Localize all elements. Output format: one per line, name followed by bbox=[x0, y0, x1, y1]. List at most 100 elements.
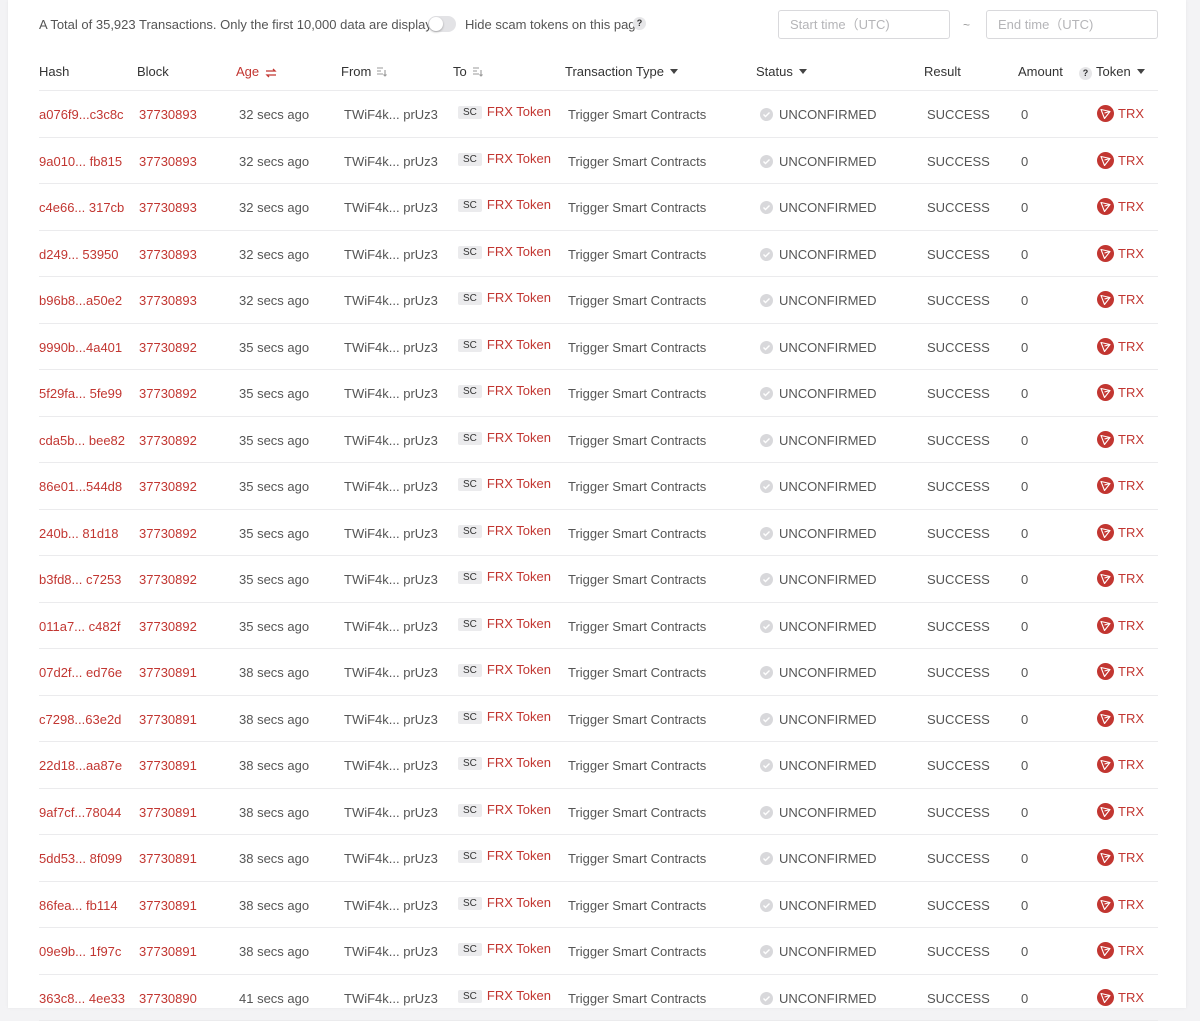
hash-link[interactable]: c4e66... 317cb bbox=[39, 200, 124, 215]
hash-link[interactable]: 09e9b... 1f97c bbox=[39, 944, 121, 959]
filter-icon[interactable] bbox=[377, 65, 388, 80]
to-contract-link[interactable]: FRX Token bbox=[487, 430, 551, 445]
token-link[interactable]: TRX bbox=[1097, 942, 1144, 959]
hash-link[interactable]: 07d2f... ed76e bbox=[39, 665, 122, 680]
block-link[interactable]: 37730893 bbox=[139, 200, 197, 215]
from-address-link[interactable]: TWiF4k... prUz3 bbox=[344, 107, 438, 122]
to-contract-link[interactable]: FRX Token bbox=[487, 848, 551, 863]
block-link[interactable]: 37730891 bbox=[139, 665, 197, 680]
hash-link[interactable]: 5dd53... 8f099 bbox=[39, 851, 122, 866]
from-address-link[interactable]: TWiF4k... prUz3 bbox=[344, 758, 438, 773]
block-link[interactable]: 37730892 bbox=[139, 479, 197, 494]
hash-link[interactable]: 86e01...544d8 bbox=[39, 479, 122, 494]
to-contract-link[interactable]: FRX Token bbox=[487, 383, 551, 398]
token-link[interactable]: TRX bbox=[1097, 338, 1144, 355]
block-link[interactable]: 37730891 bbox=[139, 851, 197, 866]
token-link[interactable]: TRX bbox=[1097, 756, 1144, 773]
hash-link[interactable]: d249... 53950 bbox=[39, 247, 119, 262]
token-link[interactable]: TRX bbox=[1097, 570, 1144, 587]
hash-link[interactable]: 22d18...aa87e bbox=[39, 758, 122, 773]
to-contract-link[interactable]: FRX Token bbox=[487, 941, 551, 956]
to-contract-link[interactable]: FRX Token bbox=[487, 244, 551, 259]
chevron-down-icon[interactable] bbox=[799, 69, 807, 74]
column-age[interactable]: Age bbox=[236, 64, 277, 81]
hash-link[interactable]: 86fea... fb114 bbox=[39, 898, 118, 913]
question-icon[interactable]: ? bbox=[1079, 67, 1092, 80]
token-link[interactable]: TRX bbox=[1097, 152, 1144, 169]
hash-link[interactable]: 240b... 81d18 bbox=[39, 526, 119, 541]
swap-sort-icon[interactable] bbox=[265, 66, 277, 81]
from-address-link[interactable]: TWiF4k... prUz3 bbox=[344, 898, 438, 913]
chevron-down-icon[interactable] bbox=[1137, 69, 1145, 74]
from-address-link[interactable]: TWiF4k... prUz3 bbox=[344, 944, 438, 959]
to-contract-link[interactable]: FRX Token bbox=[487, 151, 551, 166]
to-contract-link[interactable]: FRX Token bbox=[487, 755, 551, 770]
token-link[interactable]: TRX bbox=[1097, 710, 1144, 727]
column-status[interactable]: Status bbox=[756, 64, 807, 79]
block-link[interactable]: 37730892 bbox=[139, 386, 197, 401]
from-address-link[interactable]: TWiF4k... prUz3 bbox=[344, 293, 438, 308]
question-icon[interactable]: ? bbox=[633, 17, 646, 30]
column-type[interactable]: Transaction Type bbox=[565, 64, 678, 79]
token-link[interactable]: TRX bbox=[1097, 384, 1144, 401]
block-link[interactable]: 37730893 bbox=[139, 293, 197, 308]
from-address-link[interactable]: TWiF4k... prUz3 bbox=[344, 200, 438, 215]
block-link[interactable]: 37730891 bbox=[139, 758, 197, 773]
chevron-down-icon[interactable] bbox=[670, 69, 678, 74]
block-link[interactable]: 37730893 bbox=[139, 154, 197, 169]
to-contract-link[interactable]: FRX Token bbox=[487, 662, 551, 677]
token-link[interactable]: TRX bbox=[1097, 198, 1144, 215]
block-link[interactable]: 37730892 bbox=[139, 526, 197, 541]
hash-link[interactable]: cda5b... bee82 bbox=[39, 433, 125, 448]
to-contract-link[interactable]: FRX Token bbox=[487, 197, 551, 212]
from-address-link[interactable]: TWiF4k... prUz3 bbox=[344, 386, 438, 401]
to-contract-link[interactable]: FRX Token bbox=[487, 569, 551, 584]
from-address-link[interactable]: TWiF4k... prUz3 bbox=[344, 851, 438, 866]
hash-link[interactable]: 9990b...4a401 bbox=[39, 340, 122, 355]
hash-link[interactable]: c7298...63e2d bbox=[39, 712, 121, 727]
hash-link[interactable]: b3fd8... c7253 bbox=[39, 572, 121, 587]
column-token[interactable]: ?Token bbox=[1079, 64, 1145, 80]
block-link[interactable]: 37730890 bbox=[139, 991, 197, 1006]
to-contract-link[interactable]: FRX Token bbox=[487, 337, 551, 352]
from-address-link[interactable]: TWiF4k... prUz3 bbox=[344, 526, 438, 541]
token-link[interactable]: TRX bbox=[1097, 105, 1144, 122]
from-address-link[interactable]: TWiF4k... prUz3 bbox=[344, 805, 438, 820]
token-link[interactable]: TRX bbox=[1097, 849, 1144, 866]
hash-link[interactable]: 9a010... fb815 bbox=[39, 154, 122, 169]
block-link[interactable]: 37730892 bbox=[139, 340, 197, 355]
filter-icon[interactable] bbox=[473, 65, 484, 80]
token-link[interactable]: TRX bbox=[1097, 245, 1144, 262]
from-address-link[interactable]: TWiF4k... prUz3 bbox=[344, 712, 438, 727]
to-contract-link[interactable]: FRX Token bbox=[487, 476, 551, 491]
from-address-link[interactable]: TWiF4k... prUz3 bbox=[344, 665, 438, 680]
to-contract-link[interactable]: FRX Token bbox=[487, 709, 551, 724]
to-contract-link[interactable]: FRX Token bbox=[487, 523, 551, 538]
from-address-link[interactable]: TWiF4k... prUz3 bbox=[344, 572, 438, 587]
to-contract-link[interactable]: FRX Token bbox=[487, 895, 551, 910]
hash-link[interactable]: 363c8... 4ee33 bbox=[39, 991, 125, 1006]
from-address-link[interactable]: TWiF4k... prUz3 bbox=[344, 479, 438, 494]
hash-link[interactable]: 9af7cf...78044 bbox=[39, 805, 121, 820]
start-time-input[interactable] bbox=[778, 10, 950, 39]
from-address-link[interactable]: TWiF4k... prUz3 bbox=[344, 433, 438, 448]
block-link[interactable]: 37730893 bbox=[139, 107, 197, 122]
to-contract-link[interactable]: FRX Token bbox=[487, 104, 551, 119]
token-link[interactable]: TRX bbox=[1097, 663, 1144, 680]
token-link[interactable]: TRX bbox=[1097, 431, 1144, 448]
from-address-link[interactable]: TWiF4k... prUz3 bbox=[344, 340, 438, 355]
end-time-input[interactable] bbox=[986, 10, 1158, 39]
token-link[interactable]: TRX bbox=[1097, 291, 1144, 308]
from-address-link[interactable]: TWiF4k... prUz3 bbox=[344, 991, 438, 1006]
token-link[interactable]: TRX bbox=[1097, 989, 1144, 1006]
hash-link[interactable]: 5f29fa... 5fe99 bbox=[39, 386, 122, 401]
block-link[interactable]: 37730892 bbox=[139, 433, 197, 448]
token-link[interactable]: TRX bbox=[1097, 803, 1144, 820]
block-link[interactable]: 37730891 bbox=[139, 898, 197, 913]
block-link[interactable]: 37730892 bbox=[139, 572, 197, 587]
hash-link[interactable]: a076f9...c3c8c bbox=[39, 107, 124, 122]
hash-link[interactable]: 011a7... c482f bbox=[39, 619, 120, 634]
block-link[interactable]: 37730893 bbox=[139, 247, 197, 262]
token-link[interactable]: TRX bbox=[1097, 524, 1144, 541]
from-address-link[interactable]: TWiF4k... prUz3 bbox=[344, 247, 438, 262]
